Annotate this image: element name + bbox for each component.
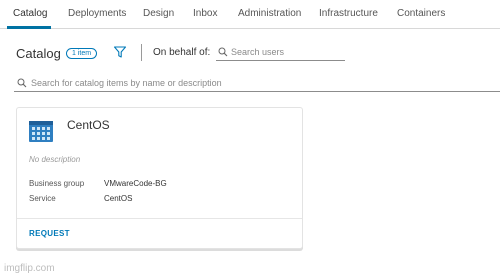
users-search-input[interactable] [231,45,343,59]
centos-blueprint-icon [29,119,53,143]
page-title: Catalog [16,46,61,61]
top-nav-tabs: Catalog Deployments Design Inbox Adminis… [0,0,500,29]
tab-containers[interactable]: Containers [397,8,445,20]
on-behalf-label: On behalf of: [153,47,211,58]
card-divider [17,218,302,219]
business-group-value: VMwareCode-BG [104,179,167,188]
catalog-search-field [14,75,500,92]
catalog-item-card: CentOS No description Business group VMw… [16,107,303,249]
card-title[interactable]: CentOS [67,118,110,132]
item-count-badge: 1 item [66,48,98,59]
tab-administration[interactable]: Administration [238,8,301,20]
header-divider [141,44,142,61]
watermark: imgflip.com [4,263,55,274]
tab-deployments[interactable]: Deployments [68,8,126,20]
business-group-label: Business group [29,179,85,188]
tab-catalog[interactable]: Catalog [13,8,47,20]
request-button[interactable]: REQUEST [29,229,70,239]
search-icon [17,78,27,88]
service-value: CentOS [104,194,133,203]
tab-inbox[interactable]: Inbox [193,8,217,20]
active-tab-indicator [7,26,51,29]
card-description: No description [29,155,81,164]
tab-design[interactable]: Design [143,8,174,20]
filter-icon[interactable] [113,45,127,59]
tab-infrastructure[interactable]: Infrastructure [319,8,378,20]
service-label: Service [29,194,56,203]
search-icon [218,47,228,57]
catalog-search-input[interactable] [31,76,431,90]
users-search-field [216,44,345,61]
